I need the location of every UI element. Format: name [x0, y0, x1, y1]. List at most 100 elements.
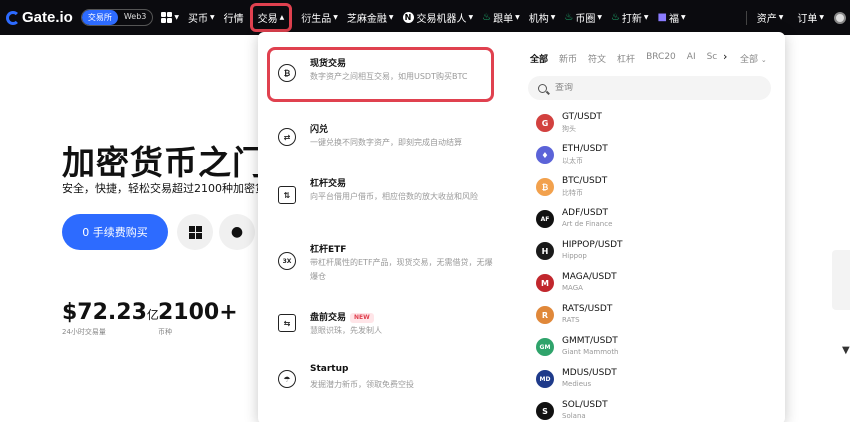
menu-pre-market[interactable]: ⇆ 盘前交易 NEW 慧眼识珠，先发制人	[272, 308, 500, 348]
chevron-down-icon: ⌄	[760, 56, 767, 64]
nav-trade[interactable]: 交易 ▲	[249, 3, 293, 32]
tab-runes[interactable]: 符文	[588, 52, 606, 65]
nav-finance[interactable]: 芝麻金融 ▼	[347, 10, 394, 25]
nav-trading-bot-label: 交易机器人	[416, 14, 467, 25]
nav-assets-label: 资产	[756, 14, 777, 25]
coin-icon: R	[536, 306, 554, 324]
nav-assets[interactable]: 资产 ▼	[757, 10, 784, 25]
nav-markets[interactable]: 行情	[224, 10, 244, 25]
gate-logo[interactable]: Gate.io	[6, 9, 73, 26]
pair-coin-name: Medieus	[562, 380, 592, 388]
pair-row[interactable]: G GT/USDT 狗头	[536, 112, 766, 142]
tab-leverage[interactable]: 杠杆	[617, 52, 635, 65]
nav-trade-label: 交易	[257, 14, 278, 25]
nav-buy-crypto-label: 买币	[188, 14, 209, 25]
pair-row[interactable]: S SOL/USDT Solana	[536, 400, 766, 422]
pair-row[interactable]: R RATS/USDT RATS	[536, 304, 766, 334]
nav-derivatives[interactable]: 衍生品 ▼	[301, 10, 338, 25]
menu-startup[interactable]: ☂ Startup 发掘潜力新币，领取免费空投	[272, 362, 500, 402]
menu-swap-title: 闪兑	[310, 125, 329, 135]
menu-margin-trading[interactable]: ⇅ 杠杆交易 向平台借用户借币，相应倍数的放大收益和风险	[272, 174, 500, 224]
coin-icon: M	[536, 274, 554, 292]
pair-coin-name: Giant Mammoth	[562, 348, 619, 356]
pair-name: HIPPOP/USDT	[562, 240, 623, 250]
fire-icon: ♨	[482, 12, 492, 23]
pair-search-input[interactable]	[555, 83, 755, 93]
nav-orders-label: 订单	[797, 14, 818, 25]
apps-grid-icon[interactable]	[161, 12, 173, 23]
chevron-down-icon: ▼	[468, 14, 474, 21]
coins-stat: 2100+	[158, 300, 238, 325]
startup-icon: ☂	[278, 370, 296, 388]
user-avatar[interactable]	[834, 11, 846, 24]
pair-coin-name: 以太币	[562, 157, 583, 165]
apple-download-button[interactable]: ●	[219, 214, 255, 250]
nav-finance-label: 芝麻金融	[346, 14, 387, 25]
chevron-down-icon: ▼	[388, 14, 394, 21]
chevron-down-icon: ▼	[643, 14, 649, 21]
windows-download-button[interactable]	[177, 214, 213, 250]
nav-rewards[interactable]: ■ 福 ▼	[658, 10, 686, 25]
gift-icon: ■	[657, 12, 667, 23]
nav-copy-trading-label: 跟单	[493, 14, 514, 25]
menu-etf-title: 杠杆ETF	[310, 245, 347, 255]
pair-row[interactable]: ♦ ETH/USDT 以太币	[536, 144, 766, 174]
pair-name: ETH/USDT	[562, 144, 608, 154]
windows-icon	[188, 225, 202, 239]
nav-orders[interactable]: 订单 ▼	[797, 10, 824, 25]
pair-row[interactable]: M MAGA/USDT MAGA	[536, 272, 766, 302]
tab-all[interactable]: 全部	[530, 52, 548, 65]
nav-launchpad[interactable]: ♨ 打新 ▼	[611, 10, 649, 25]
nav-trading-bot[interactable]: N 交易机器人 ▼	[402, 10, 474, 25]
coins-value: 2100+	[158, 300, 238, 325]
nav-copy-trading[interactable]: ♨ 跟单 ▼	[482, 10, 520, 25]
menu-swap-desc: 一键兑换不同数字资产，即刻完成自动结算	[310, 138, 462, 147]
coin-icon: H	[536, 242, 554, 260]
tab-sc[interactable]: Sc	[707, 52, 718, 65]
chevron-down-icon: ▼	[515, 14, 520, 21]
menu-swap[interactable]: ⇄ 闪兑 一键兑换不同数字资产，即刻完成自动结算	[272, 120, 500, 160]
nav-rewards-label: 福	[669, 14, 679, 25]
pair-row[interactable]: GM GMMT/USDT Giant Mammoth	[536, 336, 766, 366]
pair-coin-name: MAGA	[562, 284, 583, 292]
coin-icon: GM	[536, 338, 554, 356]
apple-icon: ●	[230, 224, 244, 240]
nav-institutional[interactable]: 机构 ▼	[529, 10, 556, 25]
chevron-down-icon[interactable]: ▼	[842, 345, 850, 356]
mode-web3-button[interactable]: Web3	[118, 10, 153, 25]
pair-row[interactable]: AF ADF/USDT Art de Finance	[536, 208, 766, 238]
volume-value: $72.23	[62, 300, 147, 325]
gate-logo-icon	[6, 10, 20, 25]
tab-brc20[interactable]: BRC20	[646, 52, 676, 65]
chevron-down-icon: ▼	[597, 14, 602, 21]
pair-coin-name: Hippop	[562, 252, 587, 260]
tab-filter-label: 全部	[740, 55, 759, 65]
pair-coin-name: 比特币	[562, 189, 583, 197]
pair-name: GT/USDT	[562, 112, 602, 122]
pair-row[interactable]: MD MDUS/USDT Medieus	[536, 368, 766, 398]
pair-name: GMMT/USDT	[562, 336, 618, 346]
tab-new[interactable]: 新币	[559, 52, 577, 65]
nav-derivatives-label: 衍生品	[301, 14, 332, 25]
search-icon	[538, 83, 547, 93]
zero-fee-buy-button[interactable]: 0 手续费购买	[62, 214, 168, 250]
mode-exchange-button[interactable]: 交易所	[81, 10, 118, 25]
nav-buy-crypto[interactable]: 买币 ▼	[188, 10, 215, 25]
chevron-down-icon: ▼	[333, 14, 338, 21]
mode-switch: 交易所 Web3	[80, 9, 154, 26]
chevron-down-icon: ▼	[210, 14, 215, 21]
pair-name: ADF/USDT	[562, 208, 609, 218]
chevron-right-icon[interactable]: ›	[723, 50, 727, 63]
tab-filter-select[interactable]: 全部 ⌄	[740, 52, 767, 65]
coin-icon: ₿	[536, 178, 554, 196]
nav-crypto-circle[interactable]: ♨ 币圈 ▼	[564, 10, 602, 25]
swap-icon: ⇄	[278, 128, 296, 146]
pair-row[interactable]: ₿ BTC/USDT 比特币	[536, 176, 766, 206]
bot-icon: N	[402, 12, 414, 23]
volume-stat: $72.23亿	[62, 300, 159, 325]
leverage-icon: ⇅	[278, 186, 296, 204]
tab-ai[interactable]: AI	[687, 52, 696, 65]
chevron-down-icon: ▼	[681, 14, 686, 21]
pair-row[interactable]: H HIPPOP/USDT Hippop	[536, 240, 766, 270]
menu-leveraged-etf[interactable]: 3X 杠杆ETF 带杠杆属性的ETF产品，现货交易，无需借贷，无爆爆仓	[272, 240, 500, 290]
